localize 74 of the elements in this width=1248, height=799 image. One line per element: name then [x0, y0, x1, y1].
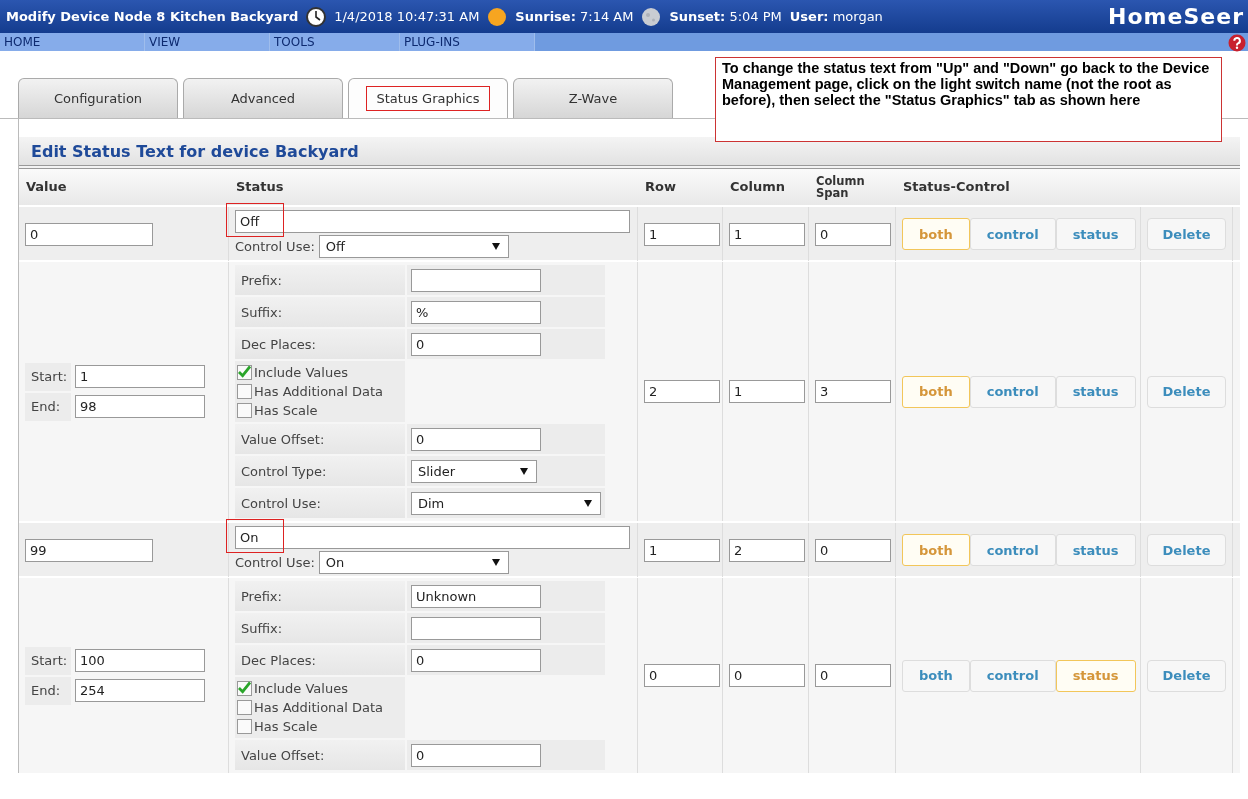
checkbox-label: Has Scale: [254, 719, 318, 734]
callout-note: To change the status text from "Up" and "Down" go back to the Device Management page, click on the light switch name (not the root as before), then select the "Status Graphics" tab as shown here: [715, 57, 1222, 142]
field-label: Start:: [25, 362, 71, 391]
column-header: Column Span: [815, 174, 866, 200]
checkbox-label: Include Values: [254, 681, 348, 696]
nav-link[interactable]: TOOLS: [270, 33, 400, 51]
nav-link[interactable]: HOME: [0, 33, 145, 51]
field-label: Prefix:: [241, 588, 282, 604]
text-input[interactable]: Unknown: [411, 584, 541, 608]
field-label: Control Use:: [235, 239, 315, 254]
tab[interactable]: Advanced: [183, 78, 343, 118]
end-input[interactable]: 98: [75, 395, 205, 418]
page-title: Modify Device Node 8 Kitchen Backyard: [6, 9, 299, 24]
column-span-input[interactable]: 0: [815, 538, 891, 562]
field-label: End:: [25, 392, 71, 421]
date-time: 1/4/2018 10:47:31 AM: [334, 9, 480, 24]
row-input[interactable]: 1: [644, 222, 720, 246]
status-text-input[interactable]: On: [235, 526, 630, 549]
start-input[interactable]: 1: [75, 365, 205, 388]
value-input[interactable]: 99: [25, 538, 153, 562]
text-input[interactable]: 0: [411, 332, 541, 356]
checkbox-label: Has Scale: [254, 403, 318, 418]
column-input[interactable]: 1: [729, 380, 805, 403]
row-input[interactable]: 2: [644, 380, 720, 403]
field-label: End:: [25, 676, 71, 705]
column-header: Status: [235, 180, 285, 194]
field-label: Suffix:: [241, 620, 283, 636]
column-header: Row: [644, 180, 677, 194]
column-span-input[interactable]: 3: [815, 380, 891, 403]
text-input[interactable]: %: [411, 300, 541, 324]
column-input[interactable]: 1: [729, 222, 805, 246]
tab[interactable]: Z-Wave: [513, 78, 673, 118]
row-input[interactable]: 1: [644, 538, 720, 562]
nav-link[interactable]: PLUG-INS: [400, 33, 535, 51]
field-label: Dec Places:: [241, 336, 316, 352]
user-name: User: morgan: [789, 9, 883, 24]
tab[interactable]: Status Graphics: [348, 78, 508, 118]
column-span-input[interactable]: 0: [815, 222, 891, 246]
value-input[interactable]: 0: [25, 222, 153, 246]
checkbox-label: Include Values: [254, 365, 348, 380]
sunset-time: Sunset: 5:04 PM: [669, 9, 782, 24]
checkbox-label: Has Additional Data: [254, 700, 384, 715]
text-input[interactable]: 0: [411, 743, 541, 767]
status-text-input[interactable]: Off: [235, 210, 630, 233]
field-label: Prefix:: [241, 272, 282, 288]
nav-link[interactable]: VIEW: [145, 33, 270, 51]
end-input[interactable]: 254: [75, 679, 205, 702]
field-label: Suffix:: [241, 304, 283, 320]
control-use-dropdown[interactable]: On: [318, 551, 509, 574]
field-label: Control Type:: [241, 463, 327, 479]
start-input[interactable]: 100: [75, 649, 205, 672]
column-input[interactable]: 2: [729, 538, 805, 562]
field-label: Control Use:: [241, 495, 321, 511]
row-input[interactable]: 0: [644, 664, 720, 687]
field-label: Control Use:: [235, 555, 315, 570]
field-label: Dec Places:: [241, 652, 316, 668]
dropdown[interactable]: Slider: [411, 459, 537, 483]
column-header: Status-Control: [902, 180, 1011, 194]
text-input[interactable]: 0: [411, 648, 541, 672]
control-use-dropdown[interactable]: Off: [318, 235, 509, 258]
tab[interactable]: Configuration: [18, 78, 178, 118]
column-header: Column: [729, 180, 786, 194]
checkbox-label: Has Additional Data: [254, 384, 384, 399]
dropdown[interactable]: Dim: [411, 491, 601, 515]
column-input[interactable]: 0: [729, 664, 805, 687]
logo: HomeSeer: [1108, 4, 1245, 29]
text-input[interactable]: 0: [411, 427, 541, 451]
section-title: Edit Status Text for device Backyard: [19, 137, 1240, 169]
column-header: Value: [25, 180, 68, 194]
field-label: Start:: [25, 646, 71, 675]
field-label: Value Offset:: [241, 431, 325, 447]
sunrise-time: Sunrise: 7:14 AM: [515, 9, 634, 24]
column-span-input[interactable]: 0: [815, 664, 891, 687]
field-label: Value Offset:: [241, 747, 325, 763]
